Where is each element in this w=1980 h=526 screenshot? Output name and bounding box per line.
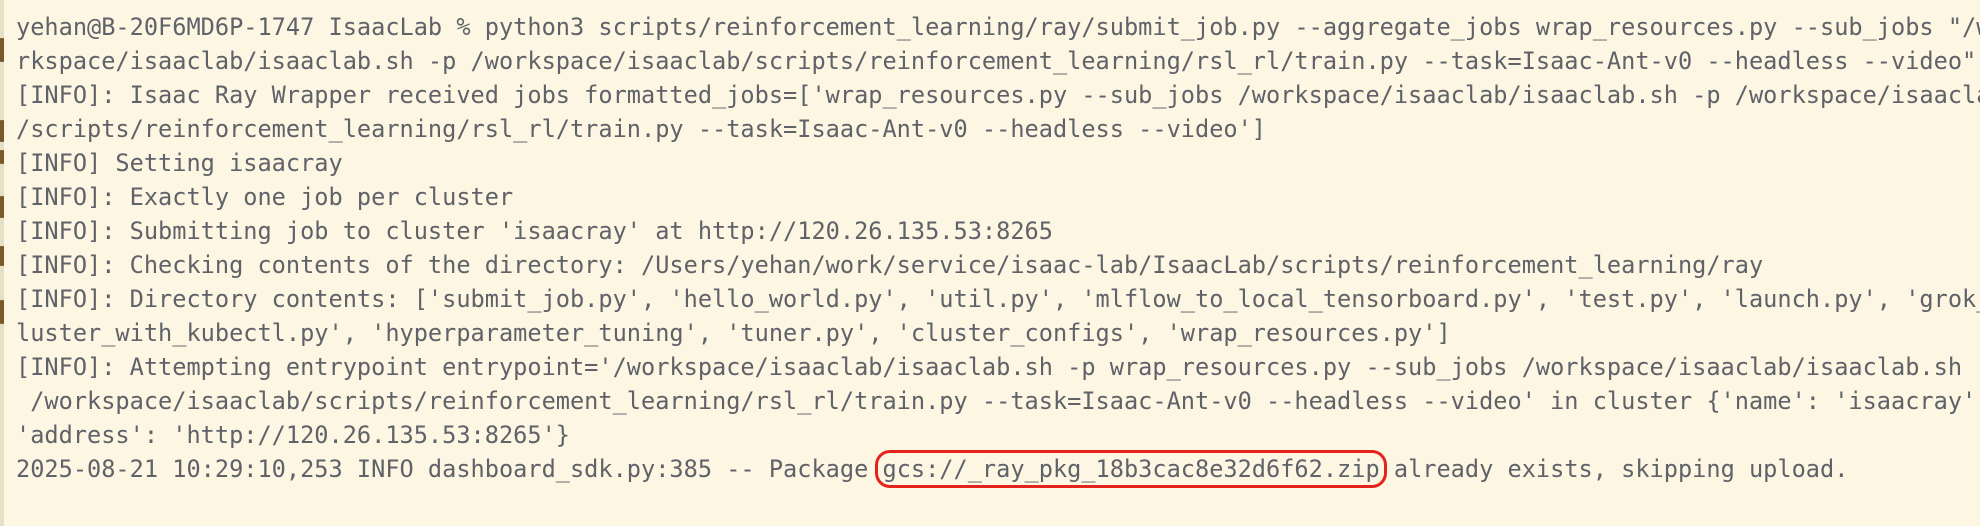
edge-mark: [0, 120, 4, 142]
highlighted-package-path: gcs://_ray_pkg_18b3cac8e32d6f62.zip: [875, 450, 1387, 488]
terminal-line: [INFO] Setting isaacray: [16, 149, 343, 177]
left-window-edge: [0, 0, 4, 526]
edge-mark: [0, 196, 4, 218]
terminal-line: yehan@B-20F6MD6P-1747 IsaacLab % python3…: [16, 13, 1980, 41]
terminal-line: /scripts/reinforcement_learning/rsl_rl/t…: [16, 115, 1267, 143]
terminal-line: 'address': 'http://120.26.135.53:8265'}: [16, 421, 570, 449]
terminal-output[interactable]: yehan@B-20F6MD6P-1747 IsaacLab % python3…: [16, 10, 1980, 488]
edge-mark: [0, 150, 4, 164]
edge-mark: [0, 38, 4, 62]
last-line-suffix: already exists, skipping upload.: [1379, 455, 1849, 483]
terminal-line: rkspace/isaaclab/isaaclab.sh -p /workspa…: [16, 47, 1977, 75]
terminal-line: /workspace/isaaclab/scripts/reinforcemen…: [16, 387, 1980, 415]
terminal-line: [INFO]: Checking contents of the directo…: [16, 251, 1764, 279]
terminal-line-last: 2025-08-21 10:29:10,253 INFO dashboard_s…: [16, 450, 1976, 488]
terminal-line: luster_with_kubectl.py', 'hyperparameter…: [16, 319, 1451, 347]
edge-mark: [0, 246, 4, 266]
terminal-line: [INFO]: Directory contents: ['submit_job…: [16, 285, 1980, 313]
terminal-line: [INFO]: Exactly one job per cluster: [16, 183, 514, 211]
terminal-line: [INFO]: Submitting job to cluster 'isaac…: [16, 217, 1053, 245]
edge-mark: [0, 300, 4, 324]
terminal-line: [INFO]: Isaac Ray Wrapper received jobs …: [16, 81, 1980, 109]
last-line-prefix: 2025-08-21 10:29:10,253 INFO dashboard_s…: [16, 455, 883, 483]
terminal-line: [INFO]: Attempting entrypoint entrypoint…: [16, 353, 1980, 381]
